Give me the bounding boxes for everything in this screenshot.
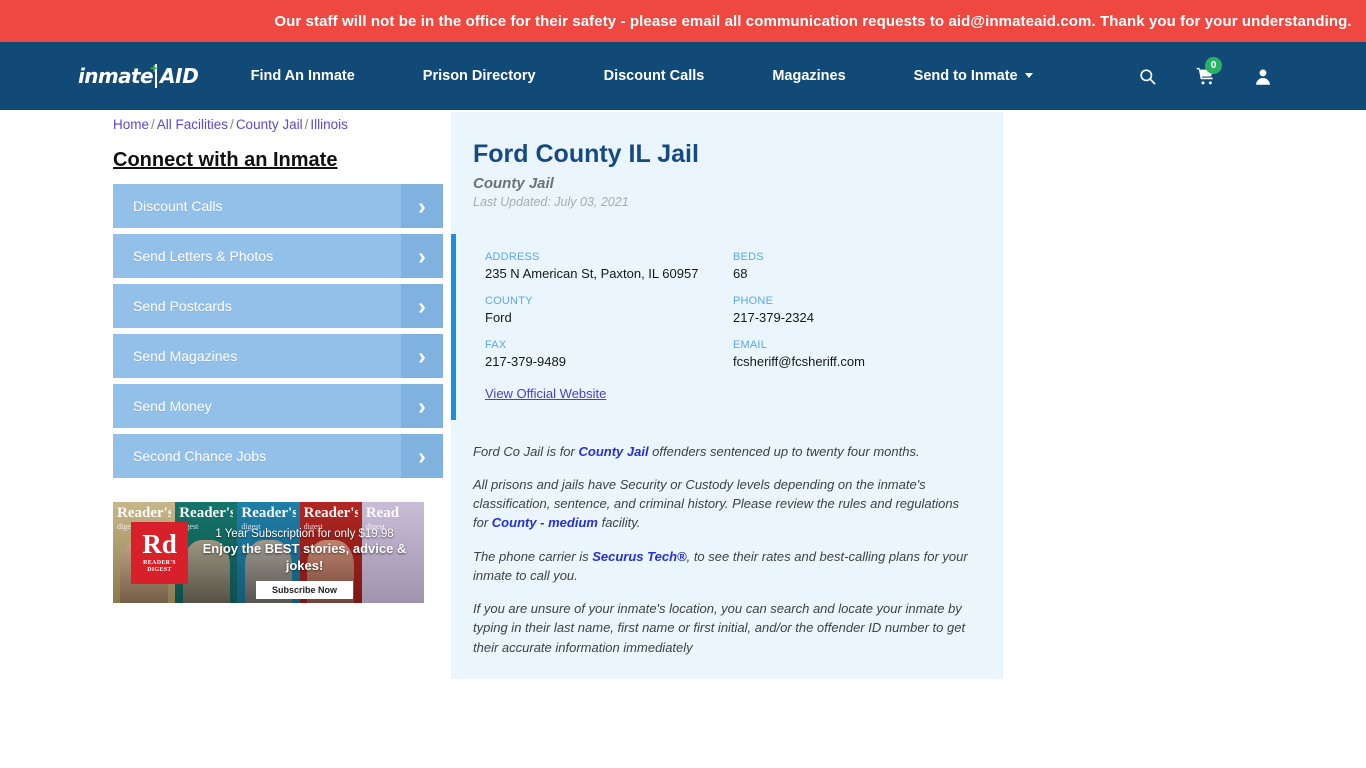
page-title: Ford County IL Jail <box>473 140 699 168</box>
chevron-right-icon: › <box>401 384 443 428</box>
sidebar-item-label: Send Postcards <box>133 298 232 314</box>
sidebar-heading: Connect with an Inmate <box>113 149 338 171</box>
info-label: ADDRESS <box>485 250 540 263</box>
cart-icon[interactable]: 0 <box>1195 57 1222 86</box>
breadcrumb-separator: / <box>151 117 155 132</box>
desc-link-county-medium[interactable]: County - medium <box>492 515 598 530</box>
desc-p3-before: The phone carrier is <box>473 548 593 564</box>
chevron-right-icon: › <box>401 284 443 328</box>
sidebar-item-second-chance-jobs[interactable]: Second Chance Jobs › <box>113 434 443 478</box>
page-body: Home / All Facilities / County Jail / Illinois… <box>0 110 1366 768</box>
breadcrumb-item-home[interactable]: Home <box>113 117 149 132</box>
ad-headline: 1 Year Subscription for only $19.98 <box>215 528 394 540</box>
info-value: 235 N American St, Paxton, IL 60957 <box>485 265 699 281</box>
desc-link-securus-tech[interactable]: Securus Tech® <box>592 549 686 564</box>
alert-banner-text: Our staff will not be in the office for … <box>274 12 1352 30</box>
breadcrumb-item-county-jail[interactable]: County Jail <box>236 117 303 132</box>
nav-links: Find An Inmate Prison Directory Discount… <box>251 68 1138 84</box>
info-value: 68 <box>733 265 748 281</box>
logo-text-aid: AID <box>154 64 199 88</box>
breadcrumb-separator: / <box>230 117 234 132</box>
info-value: Ford <box>485 309 512 325</box>
info-label: FAX <box>485 338 507 351</box>
breadcrumb-item-all-facilities[interactable]: All Facilities <box>157 117 228 132</box>
breadcrumb-item-illinois[interactable]: Illinois <box>310 117 348 132</box>
ad-cover-title: Reader's <box>117 506 172 521</box>
info-field-address: ADDRESS 235 N American St, Paxton, IL 60… <box>485 251 733 281</box>
breadcrumb: Home / All Facilities / County Jail / Illinois <box>113 110 443 132</box>
description-paragraph-3: The phone carrier is Securus Tech®, to s… <box>473 547 975 585</box>
user-icon[interactable] <box>1254 67 1272 86</box>
info-field-beds: BEDS 68 <box>733 251 981 281</box>
sidebar-item-send-magazines[interactable]: Send Magazines › <box>113 334 443 378</box>
info-label: PHONE <box>733 294 774 307</box>
alert-banner: Our staff will not be in the office for … <box>0 0 1366 42</box>
ad-copy: 1 Year Subscription for only $19.98 Enjo… <box>191 527 418 600</box>
site-logo[interactable]: inmate + AID <box>78 60 199 89</box>
sidebar-item-discount-calls[interactable]: Discount Calls › <box>113 184 443 228</box>
info-field-county: COUNTY Ford <box>485 295 733 325</box>
sidebar-item-label: Second Chance Jobs <box>133 448 267 464</box>
sidebar-item-send-letters-photos[interactable]: Send Letters & Photos › <box>113 234 443 278</box>
info-value: fcsheriff@fcsheriff.com <box>733 353 865 369</box>
description-paragraph-1: Ford Co Jail is for County Jail offender… <box>473 442 975 461</box>
info-field-fax: FAX 217-379-9489 <box>485 339 733 369</box>
sidebar-item-label: Send Money <box>133 398 212 414</box>
cart-count-badge: 0 <box>1205 57 1222 74</box>
search-icon[interactable] <box>1138 67 1157 86</box>
info-field-phone: PHONE 217-379-2324 <box>733 295 981 325</box>
info-value: 217-379-9489 <box>485 353 566 369</box>
description-paragraph-2: All prisons and jails have Security or C… <box>473 475 975 533</box>
nav-link-magazines[interactable]: Magazines <box>772 68 845 84</box>
sidebar-item-send-money[interactable]: Send Money › <box>113 384 443 428</box>
nav-link-send-to-inmate[interactable]: Send to Inmate <box>914 68 1033 84</box>
facility-info-grid: ADDRESS 235 N American St, Paxton, IL 60… <box>485 251 981 369</box>
sidebar-item-label: Send Letters & Photos <box>133 248 274 264</box>
ad-cover-title: Reader's <box>241 506 296 521</box>
desc-p2-after: facility. <box>597 515 641 531</box>
sidebar-item-send-postcards[interactable]: Send Postcards › <box>113 284 443 328</box>
nav-link-find-an-inmate[interactable]: Find An Inmate <box>251 68 355 84</box>
ad-cover-title: Reader's <box>179 506 234 521</box>
info-label: EMAIL <box>733 338 768 351</box>
info-label: BEDS <box>733 250 764 263</box>
main-navbar: inmate + AID Find An Inmate Prison Direc… <box>0 42 1366 110</box>
readers-digest-logo: Rd READER'S DIGEST <box>131 522 188 584</box>
advertisement-banner[interactable]: Reader's digest Reader's digest Reader's… <box>113 502 424 603</box>
facility-info-card: ADDRESS 235 N American St, Paxton, IL 60… <box>451 233 981 420</box>
ad-cover-title: Reader's <box>303 506 358 521</box>
facility-description: Ford Co Jail is for County Jail offender… <box>451 420 1003 657</box>
logo-plus-icon: + <box>150 60 159 76</box>
nav-icon-group: 0 <box>1138 57 1338 86</box>
description-paragraph-4: If you are unsure of your inmate's locat… <box>473 601 966 655</box>
view-official-website-link[interactable]: View Official Website <box>485 386 606 401</box>
last-updated-text: Last Updated: July 03, 2021 <box>473 194 629 209</box>
facility-type: County Jail <box>473 174 554 192</box>
ad-logo-sub: READER'S DIGEST <box>143 559 176 574</box>
info-field-email: EMAIL fcsheriff@fcsheriff.com <box>733 339 981 369</box>
chevron-right-icon: › <box>401 434 443 478</box>
info-label: COUNTY <box>485 294 533 307</box>
ad-logo-main: Rd <box>142 528 177 559</box>
desc-p1-before: Ford Co Jail is for <box>473 443 579 459</box>
sidebar-item-label: Discount Calls <box>133 198 223 214</box>
chevron-right-icon: › <box>401 234 443 278</box>
facility-panel: Ford County IL Jail County Jail Last Upd… <box>451 112 1003 679</box>
desc-link-county-jail[interactable]: County Jail <box>578 444 648 459</box>
chevron-right-icon: › <box>401 184 443 228</box>
ad-cover-title: Read <box>365 506 400 521</box>
desc-p1-after: offenders sentenced up to twenty four mo… <box>648 443 920 459</box>
chevron-right-icon: › <box>401 334 443 378</box>
ad-subscribe-button[interactable]: Subscribe Now <box>255 581 353 600</box>
sidebar-item-label: Send Magazines <box>133 348 238 364</box>
info-value: 217-379-2324 <box>733 309 814 325</box>
nav-link-prison-directory[interactable]: Prison Directory <box>423 68 536 84</box>
left-column: Home / All Facilities / County Jail / Illinois… <box>113 110 443 603</box>
ad-subheadline: Enjoy the BEST stories, advice & jokes! <box>202 541 407 574</box>
logo-text-inmate: inmate <box>78 64 154 88</box>
nav-link-discount-calls[interactable]: Discount Calls <box>604 68 705 84</box>
